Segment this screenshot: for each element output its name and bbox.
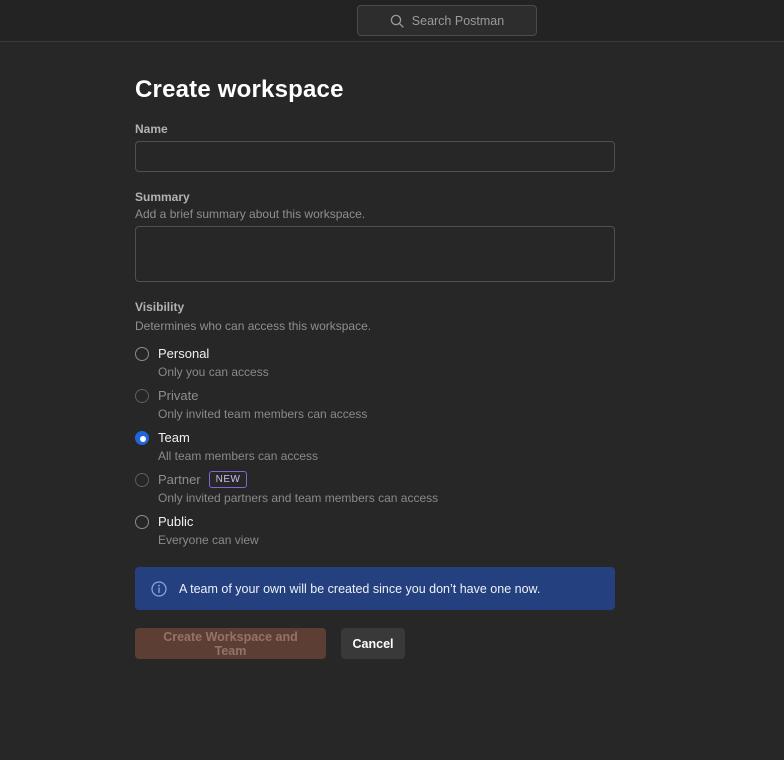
visibility-option-team[interactable]: Team All team members can access bbox=[135, 429, 615, 471]
name-label: Name bbox=[135, 122, 168, 136]
search-icon bbox=[390, 14, 404, 28]
option-label: Private bbox=[158, 387, 198, 404]
option-description: Only invited partners and team members c… bbox=[158, 491, 438, 506]
top-bar: Search Postman bbox=[0, 0, 784, 42]
option-description: Only invited team members can access bbox=[158, 407, 367, 422]
option-description: All team members can access bbox=[158, 449, 318, 464]
option-label: Team bbox=[158, 429, 190, 446]
search-placeholder: Search Postman bbox=[412, 14, 504, 28]
radio-partner[interactable] bbox=[135, 473, 149, 487]
option-label: Public bbox=[158, 513, 193, 530]
summary-description: Add a brief summary about this workspace… bbox=[135, 207, 365, 221]
visibility-label: Visibility bbox=[135, 300, 184, 314]
cancel-button[interactable]: Cancel bbox=[341, 628, 405, 659]
visibility-description: Determines who can access this workspace… bbox=[135, 319, 371, 333]
radio-public[interactable] bbox=[135, 515, 149, 529]
visibility-option-private[interactable]: Private Only invited team members can ac… bbox=[135, 387, 615, 429]
summary-input[interactable] bbox=[135, 226, 615, 282]
option-label: Partner bbox=[158, 471, 201, 488]
radio-team[interactable] bbox=[135, 431, 149, 445]
new-badge: NEW bbox=[209, 471, 248, 488]
visibility-options: Personal Only you can access Private Onl… bbox=[135, 345, 615, 555]
info-icon bbox=[151, 581, 167, 597]
visibility-option-partner[interactable]: Partner NEW Only invited partners and te… bbox=[135, 471, 615, 513]
team-info-banner: A team of your own will be created since… bbox=[135, 567, 615, 610]
search-input[interactable]: Search Postman bbox=[357, 5, 537, 36]
visibility-option-public[interactable]: Public Everyone can view bbox=[135, 513, 615, 555]
banner-text: A team of your own will be created since… bbox=[179, 582, 540, 596]
name-input[interactable] bbox=[135, 141, 615, 172]
option-label: Personal bbox=[158, 345, 209, 362]
radio-personal[interactable] bbox=[135, 347, 149, 361]
page-title: Create workspace bbox=[135, 76, 344, 104]
create-workspace-button[interactable]: Create Workspace and Team bbox=[135, 628, 326, 659]
radio-private[interactable] bbox=[135, 389, 149, 403]
summary-label: Summary bbox=[135, 190, 190, 204]
option-description: Only you can access bbox=[158, 365, 269, 380]
option-description: Everyone can view bbox=[158, 533, 259, 548]
visibility-option-personal[interactable]: Personal Only you can access bbox=[135, 345, 615, 387]
